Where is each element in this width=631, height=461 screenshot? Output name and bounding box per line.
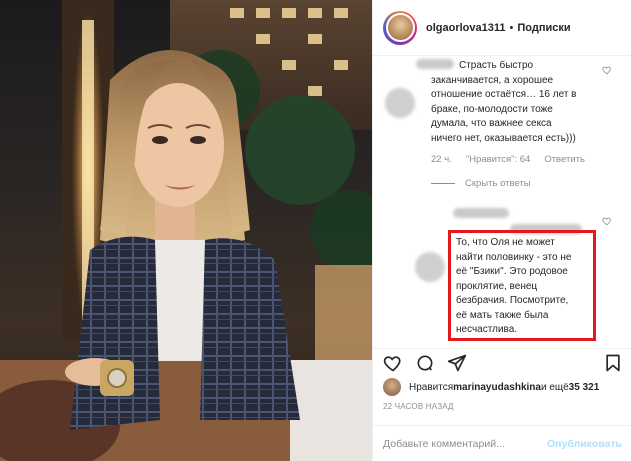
reply-line: проклятие, венец bbox=[456, 280, 538, 292]
comment-like-heart-icon[interactable] bbox=[602, 65, 612, 75]
comment-time[interactable]: 22 ч. bbox=[431, 154, 452, 165]
author-avatar[interactable] bbox=[383, 10, 417, 45]
following-button[interactable]: Подписки bbox=[517, 22, 570, 34]
hide-replies-button[interactable]: Скрыть ответы bbox=[431, 178, 531, 189]
share-icon[interactable] bbox=[447, 353, 467, 373]
reply-line: безбрачия. Посмотрите, bbox=[456, 295, 569, 306]
reply-line: её мать также была bbox=[456, 309, 549, 321]
post-header: olgaorlova1311 • Подписки bbox=[373, 0, 631, 56]
hide-replies-line bbox=[431, 183, 455, 184]
comment-line: заканчивается, а хорошее bbox=[431, 74, 554, 86]
reply-line: найти половинку - это не bbox=[456, 251, 572, 263]
commenter-avatar[interactable] bbox=[385, 88, 415, 118]
comment-line: Страсть быстро bbox=[459, 60, 534, 71]
post-photo-illustration bbox=[0, 0, 372, 461]
comment-input[interactable] bbox=[383, 437, 548, 450]
blurred-username bbox=[453, 208, 509, 218]
post-photo bbox=[0, 0, 372, 461]
comment-likes-count[interactable]: "Нравится": 64 bbox=[466, 154, 531, 165]
liker-username[interactable]: marinayudashkina bbox=[453, 382, 541, 393]
bookmark-icon[interactable] bbox=[603, 353, 623, 373]
comments-list[interactable]: Страсть быстро заканчивается, а хорошее … bbox=[373, 56, 631, 348]
reply-text: То, что Оля не может найти половинку - э… bbox=[456, 236, 571, 338]
post-actions bbox=[373, 348, 631, 374]
comment-line: браке, по-молодости тоже bbox=[431, 103, 553, 115]
liker-avatar[interactable] bbox=[383, 378, 401, 396]
publish-button[interactable]: Опубликовать bbox=[547, 438, 622, 450]
reply-button[interactable]: Ответить bbox=[544, 154, 585, 165]
reply-commenter-avatar[interactable] bbox=[415, 252, 445, 282]
likes-suffix: и ещё bbox=[540, 381, 569, 393]
header-separator: • bbox=[509, 21, 514, 34]
author-username[interactable]: olgaorlova1311 bbox=[426, 22, 506, 34]
comment-line: ничего нет, оказывается есть))) bbox=[431, 132, 576, 144]
likes-prefix: Нравится bbox=[409, 381, 454, 393]
comment-line: думала, что важнее секса bbox=[431, 118, 552, 129]
post-side-panel: olgaorlova1311 • Подписки Страсть быстро… bbox=[372, 0, 631, 461]
hide-replies-label: Скрыть ответы bbox=[465, 178, 531, 189]
comment-icon[interactable] bbox=[415, 353, 435, 373]
comment-text: Страсть быстро заканчивается, а хорошее … bbox=[431, 59, 577, 146]
reply-line: несчастлива. bbox=[456, 324, 518, 335]
reply-like-heart-icon[interactable] bbox=[602, 216, 612, 226]
reply-line: её "Бзики". Это родовое bbox=[456, 266, 568, 277]
post-timestamp: 22 ЧАСОВ НАЗАД bbox=[383, 402, 454, 411]
likes-summary[interactable]: Нравится marinayudashkina и ещё 35 321 bbox=[383, 378, 599, 396]
heart-icon[interactable] bbox=[383, 353, 403, 373]
reply-line: То, что Оля не может bbox=[456, 237, 555, 248]
comment-line: отношение остаётся… 16 лет в bbox=[431, 89, 577, 100]
likes-count[interactable]: 35 321 bbox=[569, 382, 600, 393]
author-avatar-image bbox=[385, 13, 415, 42]
add-comment-bar: Опубликовать bbox=[373, 425, 631, 461]
comment-meta: 22 ч. "Нравится": 64 Ответить bbox=[431, 154, 585, 165]
